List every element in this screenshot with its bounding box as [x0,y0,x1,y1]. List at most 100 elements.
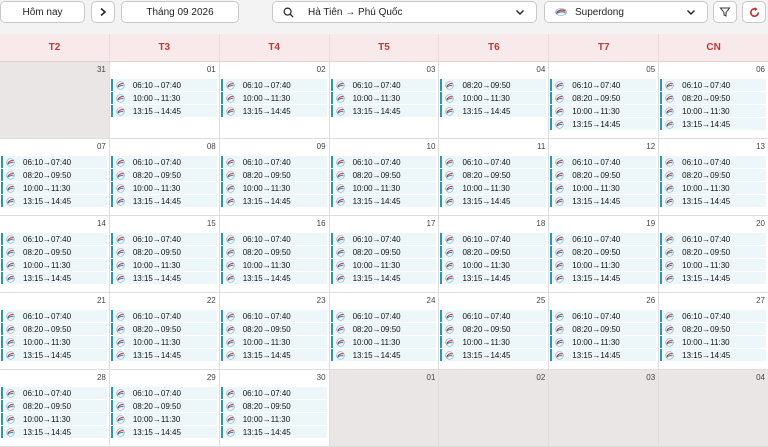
trip-event[interactable]: 06:10→07:40 [220,79,327,91]
trip-event[interactable]: 10:00→11:30 [110,182,217,194]
trip-event[interactable]: 06:10→07:40 [1,233,107,245]
day-cell[interactable]: 09 06:10→07:40 08:20→09:50 10:00→11:30 13:15… [219,139,330,216]
day-cell[interactable]: 16 06:10→07:40 08:20→09:50 10:00→11:30 13:15… [219,216,330,293]
trip-event[interactable]: 06:10→07:40 [440,156,547,168]
trip-event[interactable]: 13:15→14:45 [660,272,767,284]
trip-event[interactable]: 10:00→11:30 [330,92,437,104]
day-cell[interactable]: 25 06:10→07:40 08:20→09:50 10:00→11:30 13:15… [439,293,550,370]
trip-event[interactable]: 13:15→14:45 [1,272,107,284]
trip-event[interactable]: 13:15→14:45 [330,349,437,361]
trip-event[interactable]: 13:15→14:45 [220,426,327,438]
trip-event[interactable]: 06:10→07:40 [110,233,217,245]
trip-event[interactable]: 10:00→11:30 [220,182,327,194]
day-cell[interactable]: 15 06:10→07:40 08:20→09:50 10:00→11:30 13:15… [109,216,220,293]
trip-event[interactable]: 10:00→11:30 [220,259,327,271]
trip-event[interactable]: 10:00→11:30 [660,336,767,348]
day-cell[interactable]: 01 06:10→07:40 10:00→11:30 13:15→14:45 [109,62,220,139]
trip-event[interactable]: 10:00→11:30 [440,336,547,348]
trip-event[interactable]: 08:20→09:50 [550,169,657,181]
trip-event[interactable]: 08:20→09:50 [110,246,217,258]
day-cell[interactable]: 02 06:10→07:40 10:00→11:30 13:15→14:45 [219,62,330,139]
trip-event[interactable]: 08:20→09:50 [550,92,657,104]
trip-event[interactable]: 06:10→07:40 [660,233,767,245]
trip-event[interactable]: 13:15→14:45 [550,195,657,207]
day-cell-outside-month[interactable]: 31 [0,62,110,139]
trip-event[interactable]: 08:20→09:50 [330,323,437,335]
trip-event[interactable]: 13:15→14:45 [660,349,767,361]
trip-event[interactable]: 13:15→14:45 [220,349,327,361]
trip-event[interactable]: 08:20→09:50 [220,246,327,258]
trip-event[interactable]: 10:00→11:30 [1,413,107,425]
trip-event[interactable]: 13:15→14:45 [440,349,547,361]
trip-event[interactable]: 06:10→07:40 [660,310,767,322]
day-cell-outside-month[interactable]: 03 [549,370,660,447]
day-cell[interactable]: 06 06:10→07:40 08:20→09:50 10:00→11:30 13:15… [659,62,768,139]
day-cell[interactable]: 12 06:10→07:40 08:20→09:50 10:00→11:30 13:15… [549,139,660,216]
trip-event[interactable]: 10:00→11:30 [110,259,217,271]
day-cell[interactable]: 22 06:10→07:40 08:20→09:50 10:00→11:30 13:15… [109,293,220,370]
trip-event[interactable]: 13:15→14:45 [660,118,767,130]
trip-event[interactable]: 08:20→09:50 [1,323,107,335]
trip-event[interactable]: 08:20→09:50 [440,323,547,335]
trip-event[interactable]: 13:15→14:45 [110,195,217,207]
trip-event[interactable]: 08:20→09:50 [550,246,657,258]
trip-event[interactable]: 06:10→07:40 [220,387,327,399]
trip-event[interactable]: 06:10→07:40 [550,156,657,168]
trip-event[interactable]: 08:20→09:50 [660,92,767,104]
day-cell[interactable]: 10 06:10→07:40 08:20→09:50 10:00→11:30 13:15… [329,139,440,216]
trip-event[interactable]: 06:10→07:40 [330,79,437,91]
trip-event[interactable]: 10:00→11:30 [1,259,107,271]
trip-event[interactable]: 10:00→11:30 [330,259,437,271]
trip-event[interactable]: 13:15→14:45 [1,195,107,207]
trip-event[interactable]: 13:15→14:45 [110,426,217,438]
trip-event[interactable]: 10:00→11:30 [550,259,657,271]
trip-event[interactable]: 13:15→14:45 [110,272,217,284]
day-cell[interactable]: 27 06:10→07:40 08:20→09:50 10:00→11:30 13:15… [659,293,768,370]
day-cell[interactable]: 03 06:10→07:40 10:00→11:30 13:15→14:45 [329,62,440,139]
trip-event[interactable]: 13:15→14:45 [1,426,107,438]
day-cell[interactable]: 20 06:10→07:40 08:20→09:50 10:00→11:30 13:15… [659,216,768,293]
day-cell[interactable]: 26 06:10→07:40 08:20→09:50 10:00→11:30 13:15… [549,293,660,370]
trip-event[interactable]: 06:10→07:40 [660,156,767,168]
day-cell[interactable]: 14 06:10→07:40 08:20→09:50 10:00→11:30 13:15… [0,216,110,293]
trip-event[interactable]: 06:10→07:40 [220,156,327,168]
trip-event[interactable]: 08:20→09:50 [550,323,657,335]
trip-event[interactable]: 06:10→07:40 [110,387,217,399]
trip-event[interactable]: 06:10→07:40 [440,310,547,322]
trip-event[interactable]: 13:15→14:45 [440,272,547,284]
today-button[interactable]: Hôm nay [0,1,85,23]
day-cell[interactable]: 11 06:10→07:40 08:20→09:50 10:00→11:30 13:15… [439,139,550,216]
trip-event[interactable]: 10:00→11:30 [440,182,547,194]
trip-event[interactable]: 06:10→07:40 [110,310,217,322]
trip-event[interactable]: 13:15→14:45 [330,105,437,117]
trip-event[interactable]: 06:10→07:40 [330,310,437,322]
day-cell[interactable]: 21 06:10→07:40 08:20→09:50 10:00→11:30 13:15… [0,293,110,370]
route-select[interactable]: Hà Tiên → Phú Quốc [272,1,537,23]
trip-event[interactable]: 13:15→14:45 [550,118,657,130]
trip-event[interactable]: 10:00→11:30 [220,336,327,348]
trip-event[interactable]: 10:00→11:30 [110,92,217,104]
refresh-button[interactable] [742,1,766,23]
trip-event[interactable]: 13:15→14:45 [220,272,327,284]
trip-event[interactable]: 06:10→07:40 [660,79,767,91]
trip-event[interactable]: 08:20→09:50 [660,323,767,335]
trip-event[interactable]: 06:10→07:40 [550,310,657,322]
trip-event[interactable]: 13:15→14:45 [550,349,657,361]
trip-event[interactable]: 06:10→07:40 [550,233,657,245]
day-cell[interactable]: 13 06:10→07:40 08:20→09:50 10:00→11:30 13:15… [659,139,768,216]
trip-event[interactable]: 10:00→11:30 [220,413,327,425]
day-cell-outside-month[interactable]: 01 [329,370,440,447]
trip-event[interactable]: 13:15→14:45 [440,105,547,117]
trip-event[interactable]: 08:20→09:50 [440,246,547,258]
trip-event[interactable]: 08:20→09:50 [330,246,437,258]
day-cell[interactable]: 17 06:10→07:40 08:20→09:50 10:00→11:30 13:15… [329,216,440,293]
day-cell[interactable]: 07 06:10→07:40 08:20→09:50 10:00→11:30 13:15… [0,139,110,216]
trip-event[interactable]: 06:10→07:40 [330,233,437,245]
trip-event[interactable]: 08:20→09:50 [220,323,327,335]
trip-event[interactable]: 06:10→07:40 [440,233,547,245]
trip-event[interactable]: 06:10→07:40 [330,156,437,168]
trip-event[interactable]: 06:10→07:40 [220,233,327,245]
day-cell-outside-month[interactable]: 04 [659,370,768,447]
day-cell[interactable]: 05 06:10→07:40 08:20→09:50 10:00→11:30 13:15… [549,62,660,139]
trip-event[interactable]: 08:20→09:50 [1,400,107,412]
